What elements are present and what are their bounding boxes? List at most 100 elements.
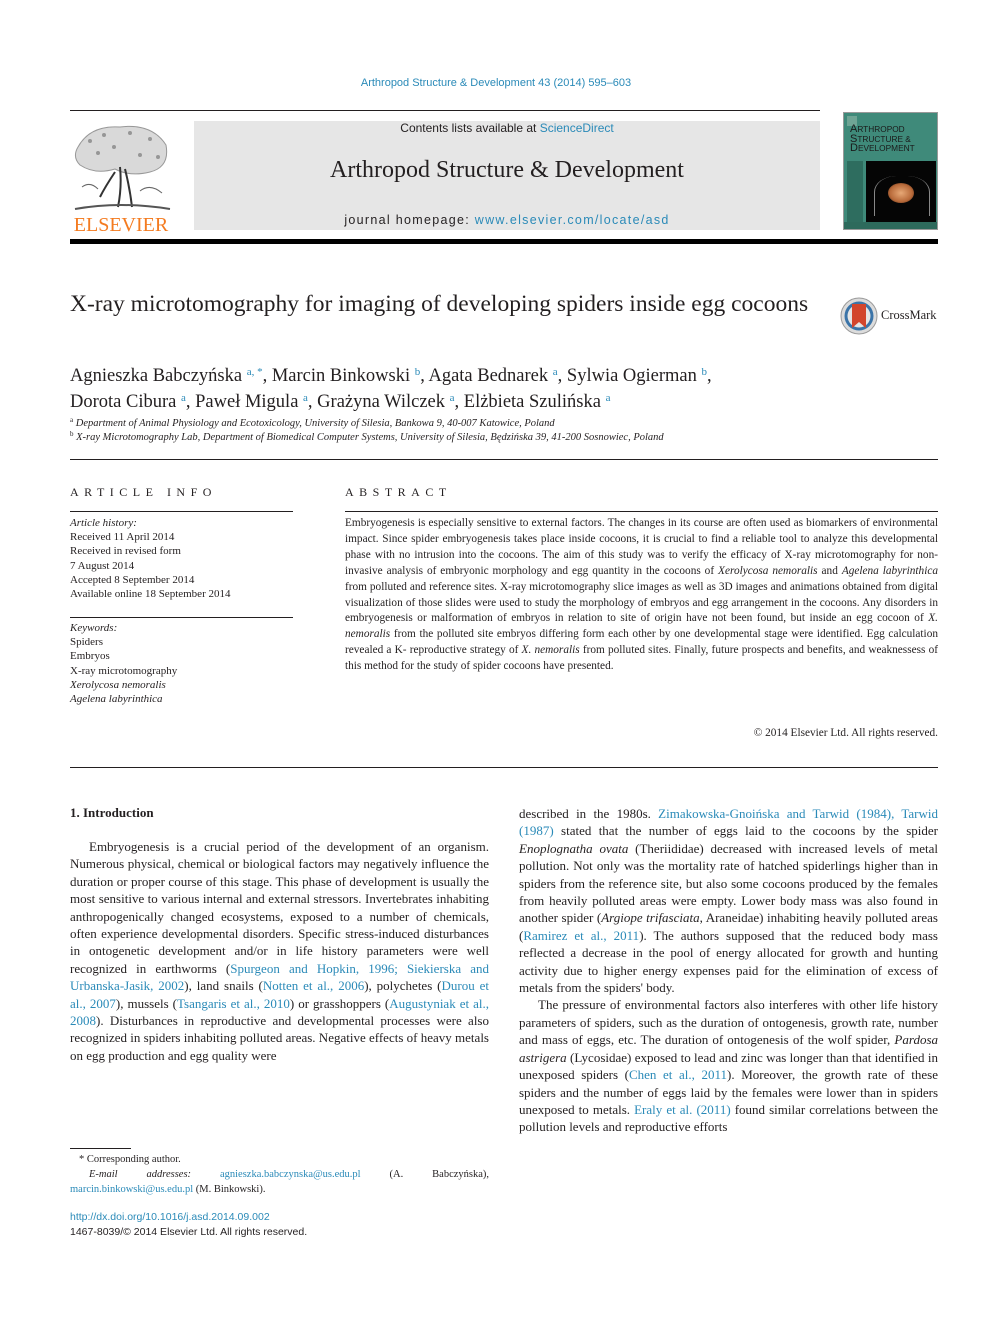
author-name[interactable]: Paweł Migula: [195, 392, 298, 412]
email-owner: (M. Binkowski).: [193, 1184, 266, 1195]
paragraph: described in the 1980s. Zimakowska-Gnoiń…: [519, 805, 938, 996]
citation-link[interactable]: Ramirez et al., 2011: [523, 928, 639, 943]
elsevier-logo[interactable]: ELSEVIER: [70, 117, 172, 235]
affiliation-text: X-ray Microtomography Lab, Department of…: [76, 432, 664, 443]
cover-initial: D: [850, 142, 858, 154]
issn-copyright: 1467-8039/© 2014 Elsevier Ltd. All right…: [70, 1226, 308, 1238]
running-header[interactable]: Arthropod Structure & Development 43 (20…: [0, 77, 992, 89]
cover-word: EVELOPMENT: [857, 143, 915, 153]
author-separator: ,: [454, 392, 464, 412]
crossmark-badge[interactable]: CrossMark: [840, 296, 940, 336]
text-segment: The pressure of environmental factors al…: [519, 997, 938, 1048]
abstract-segment: from polluted and reference sites. X-ray…: [345, 580, 938, 625]
history-item: 7 August 2014: [70, 559, 135, 572]
cover-word: TRUCTURE &: [857, 133, 911, 144]
footnote-rule: [70, 1148, 131, 1149]
email-link[interactable]: marcin.binkowski@us.edu.pl: [70, 1184, 193, 1195]
section-heading-introduction: 1. Introduction: [70, 805, 154, 820]
cover-footer-strip: [844, 222, 937, 229]
cover-word: RTHROPOD: [857, 124, 905, 134]
body-column-left: Embryogenesis is a crucial period of the…: [70, 838, 489, 1064]
author-list: Agnieszka Babczyńska a, *, Marcin Binkow…: [70, 361, 870, 413]
affiliation-mark: b: [70, 430, 74, 438]
author-name[interactable]: Grażyna Wilczek: [317, 392, 445, 412]
keywords-label: Keywords:: [70, 622, 118, 634]
affiliation-rule: [70, 459, 938, 460]
crossmark-label: CrossMark: [881, 308, 937, 322]
author-name[interactable]: Dorota Cibura: [70, 392, 176, 412]
email-owner: (A. Babczyńska),: [360, 1169, 490, 1180]
keywords-rule: [70, 617, 293, 618]
keyword-item: Agelena labyrinthica: [70, 693, 163, 706]
text-segment: stated that the number of eggs laid to t…: [553, 823, 938, 839]
abstract-rule: [345, 511, 938, 512]
body-rule: [70, 767, 938, 768]
article-info-rule: [70, 511, 293, 512]
affiliation-b: b X-ray Microtomography Lab, Department …: [70, 430, 664, 443]
affiliation-a: a Department of Animal Physiology and Ec…: [70, 416, 555, 429]
abstract-segment: and: [817, 564, 842, 577]
author-affiliation-mark[interactable]: a: [606, 392, 611, 404]
cover-side-strip: [847, 161, 863, 223]
citation-link[interactable]: Notten et al., 2006: [263, 978, 364, 993]
journal-cover[interactable]: ARTHROPOD STRUCTURE & DEVELOPMENT: [843, 112, 938, 230]
author-separator: ,: [307, 392, 318, 412]
sciencedirect-link[interactable]: ScienceDirect: [540, 121, 614, 135]
citation-link[interactable]: Eraly et al. (2011): [634, 1102, 731, 1117]
species-name: Enoplognatha ovata: [519, 840, 629, 856]
history-item: Accepted 8 September 2014: [70, 573, 195, 586]
text-segment: described in the 1980s.: [519, 806, 659, 821]
masthead-thick-rule: [70, 239, 938, 244]
author-name[interactable]: Elżbieta Szulińska: [464, 392, 601, 412]
footnotes: * Corresponding author. E-mail addresses…: [70, 1152, 489, 1197]
keywords: Keywords: Spiders Embryos X-ray microtom…: [70, 621, 177, 706]
citation-link[interactable]: Chen et al., 2011: [629, 1067, 727, 1082]
species-name: Xerolycosa nemoralis: [718, 564, 818, 577]
body-column-right: described in the 1980s. Zimakowska-Gnoiń…: [519, 805, 938, 1136]
species-name: Argiope trifasciata: [601, 910, 700, 926]
species-name: Agelena labyrinthica: [841, 564, 938, 577]
text-segment: ) or grasshoppers (: [289, 995, 390, 1011]
corresponding-author-note: * Corresponding author.: [79, 1154, 181, 1165]
elsevier-tree-icon: [70, 117, 172, 215]
author-name[interactable]: Marcin Binkowski: [272, 366, 410, 386]
history-item: Available online 18 September 2014: [70, 588, 231, 601]
email-link[interactable]: agnieszka.babczynska@us.edu.pl: [220, 1169, 361, 1180]
keyword-item: Xerolycosa nemoralis: [70, 678, 166, 691]
email-note: E-mail addresses: agnieszka.babczynska@u…: [70, 1167, 489, 1197]
text-segment: ). Disturbances in reproductive and deve…: [70, 1013, 489, 1063]
text-segment: ), land snails (: [184, 978, 263, 994]
article-title: X-ray microtomography for imaging of dev…: [70, 291, 809, 317]
contents-prefix: Contents lists available at: [400, 121, 540, 135]
author-separator: ,: [707, 366, 712, 386]
journal-homepage-link[interactable]: www.elsevier.com/locate/asd: [475, 213, 670, 227]
author-name[interactable]: Agata Bednarek: [428, 366, 548, 386]
cover-title: ARTHROPOD STRUCTURE & DEVELOPMENT: [850, 124, 915, 154]
author-affiliation-mark[interactable]: a, *: [247, 366, 263, 378]
citation-link[interactable]: Tsangaris et al., 2010: [177, 996, 290, 1011]
paragraph: Embryogenesis is a crucial period of the…: [70, 838, 489, 1064]
history-item: Received 11 April 2014: [70, 531, 175, 544]
author-separator: ,: [557, 366, 567, 386]
keyword-item: X-ray microtomography: [70, 664, 178, 677]
text-segment: ), mussels (: [115, 995, 177, 1011]
abstract-heading: ABSTRACT: [345, 485, 452, 499]
article-history: Article history: Received 11 April 2014 …: [70, 516, 230, 601]
article-info-heading: ARTICLE INFO: [70, 485, 217, 499]
text-segment: ), polychetes (: [364, 978, 442, 994]
keyword-item: Spiders: [70, 636, 103, 649]
species-name: X. nemoralis: [521, 644, 580, 657]
doi-link[interactable]: http://dx.doi.org/10.1016/j.asd.2014.09.…: [70, 1211, 270, 1223]
affiliation-text: Department of Animal Physiology and Ecot…: [75, 418, 555, 429]
homepage-prefix: journal homepage:: [344, 213, 475, 227]
author-separator: ,: [262, 366, 272, 386]
history-label: Article history:: [70, 517, 137, 529]
spider-icon: [888, 183, 914, 203]
author-name[interactable]: Sylwia Ogierman: [567, 366, 697, 386]
email-label: E-mail addresses:: [89, 1169, 192, 1180]
text-segment: Embryogenesis is a crucial period of the…: [70, 839, 489, 976]
keyword-item: Embryos: [70, 650, 110, 663]
author-name[interactable]: Agnieszka Babczyńska: [70, 366, 242, 386]
elsevier-wordmark: ELSEVIER: [73, 214, 169, 236]
journal-name: Arthropod Structure & Development: [330, 157, 684, 183]
